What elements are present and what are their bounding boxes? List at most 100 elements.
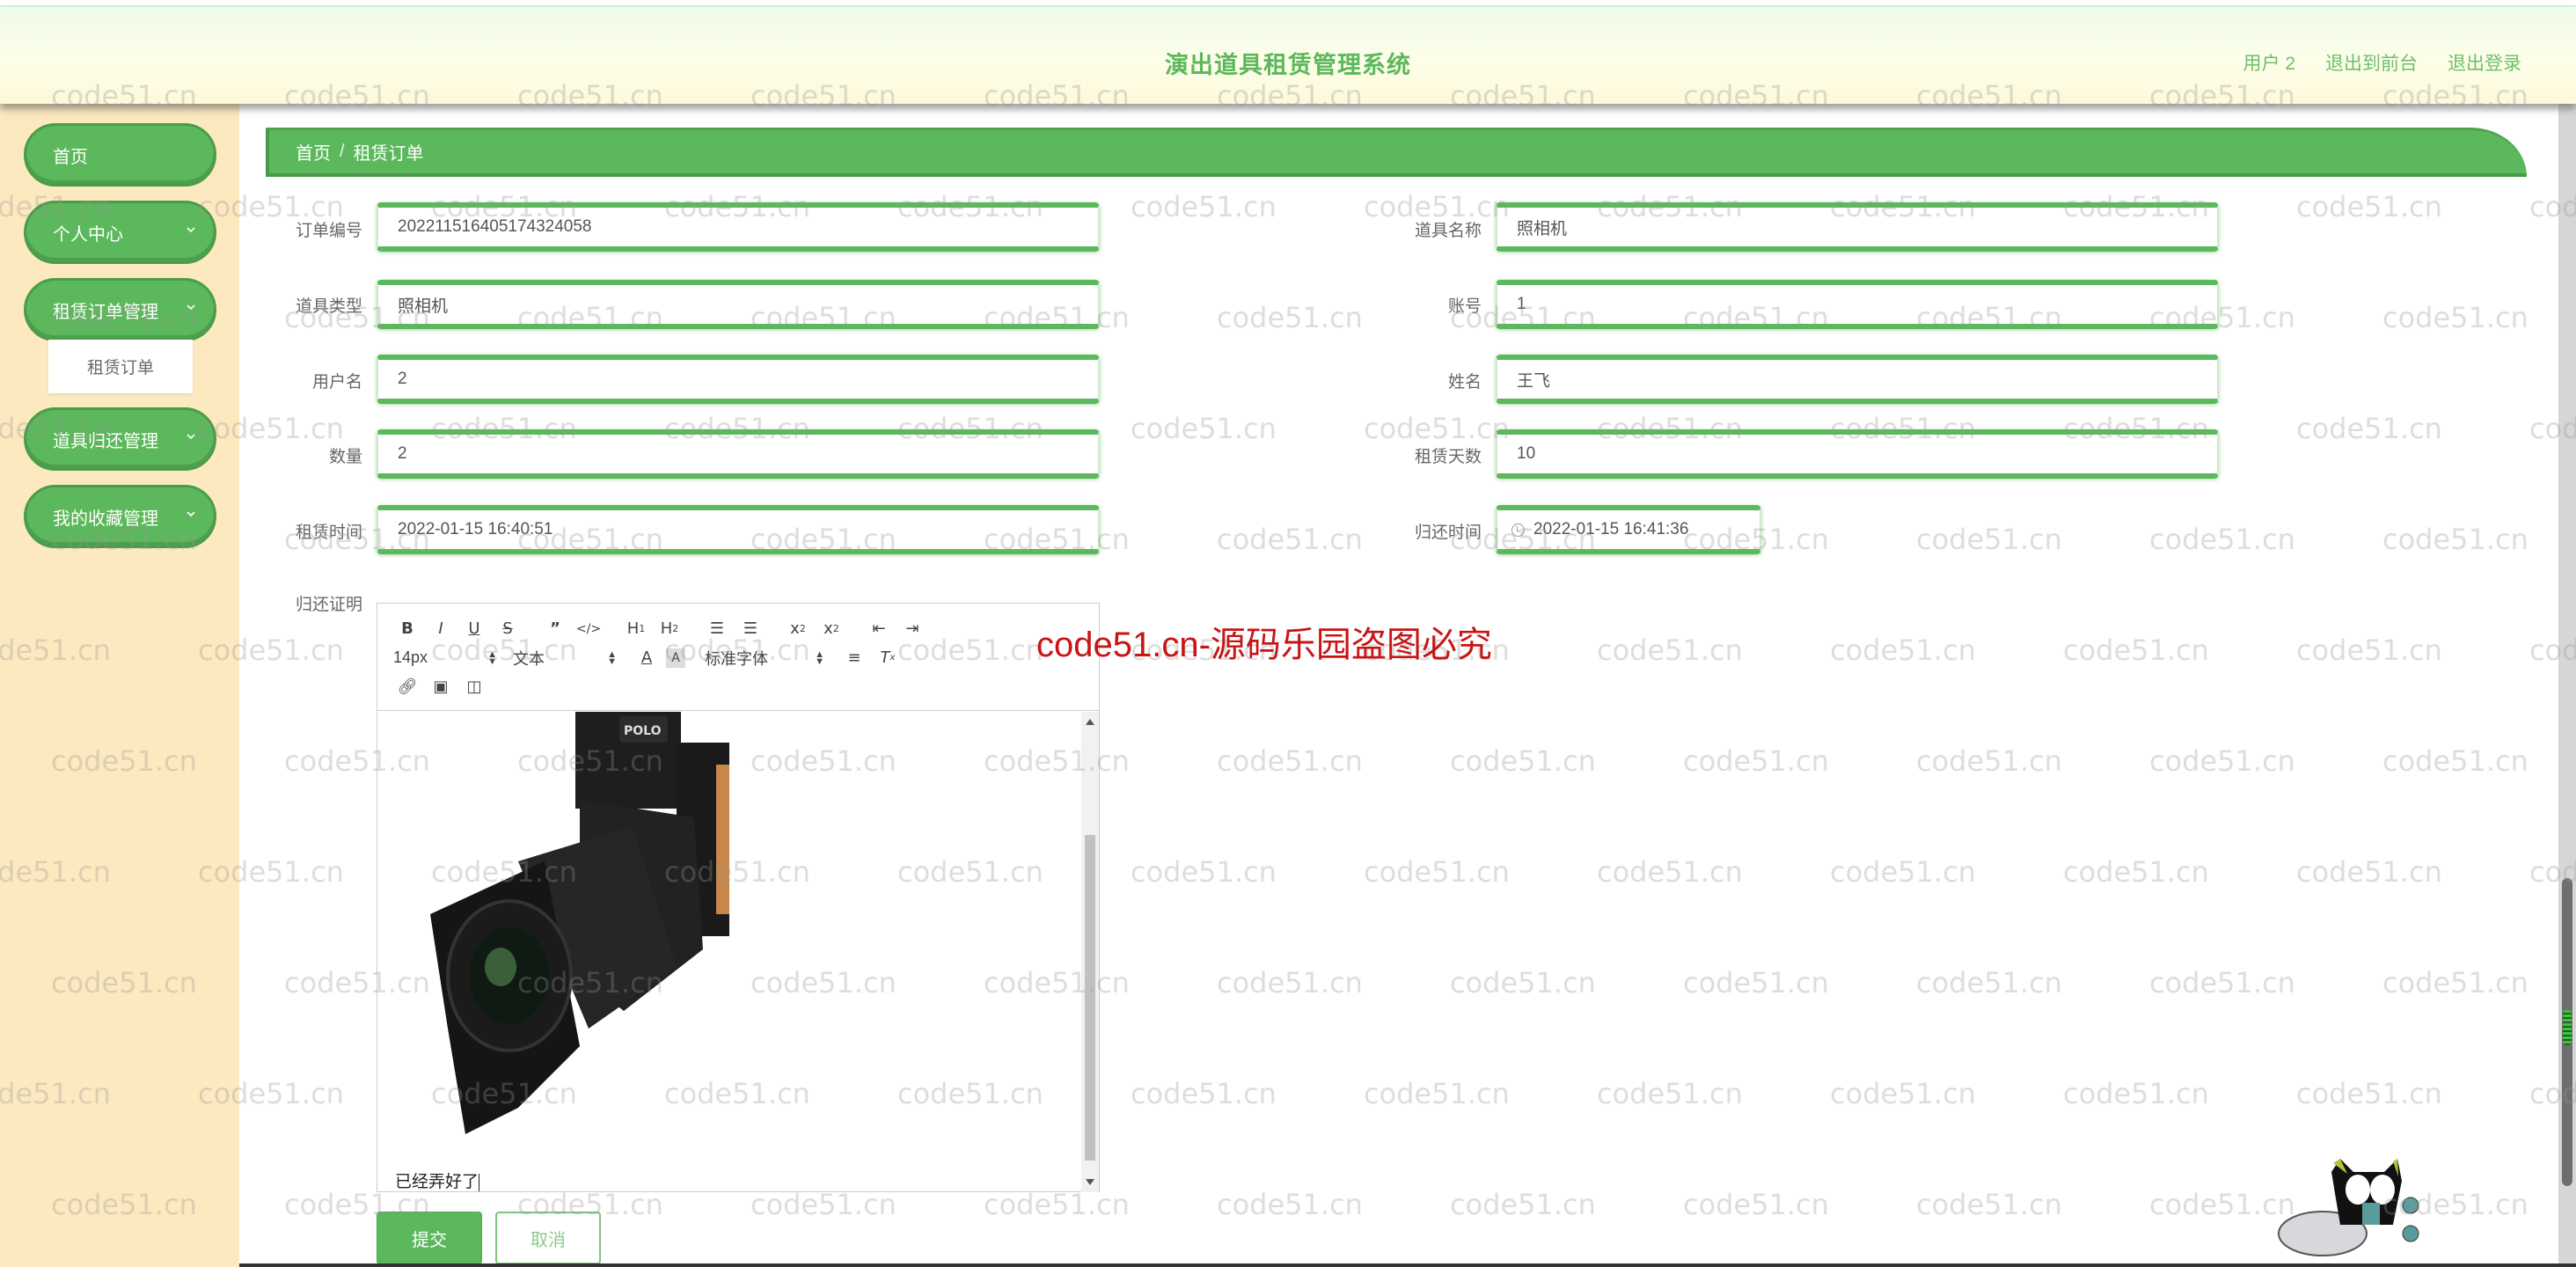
watermark-text: code51.cn [2382,966,2528,1000]
real-name-label: 姓名 [1447,373,1482,392]
watermark-text: code51.cn [1364,1077,1510,1110]
header1-button[interactable]: H1 [622,617,650,641]
watermark-text: code51.cn [1830,855,1976,889]
chevron-down-icon [187,227,195,233]
order-no-value: 20221151640517432405​8 [398,217,592,236]
quantity-value: 2 [398,444,407,463]
prop-type-value: 照相机 [398,297,449,316]
page: 演出道具租赁管理系统 用户 2 退出到前台 退出登录 首页 个人中心 租赁订单管… [0,0,2576,1267]
italic-button[interactable]: I [427,617,455,641]
account-label: 账号 [1447,297,1482,316]
watermark-text: code51.cn [750,1188,896,1221]
sidebar-item-label: 我的收藏管理 [53,509,158,529]
underline-button[interactable]: U [460,617,488,641]
watermark-text: code51.cn [2296,634,2442,667]
paragraph-select[interactable]: 文本 ▲ ▼ [513,647,617,670]
order-no-field[interactable]: 20221151640517432405​8 [377,202,1100,252]
back-to-front-link[interactable]: 退出到前台 [2325,49,2418,76]
camera-photo: POLO [430,712,729,1134]
watermark-text: code51.cn [1364,855,1510,889]
real-name-value: 王飞 [1517,371,1551,391]
current-user-label[interactable]: 用户 2 [2243,49,2295,76]
ordered-list-icon[interactable]: ☰ [703,617,731,641]
editor-content[interactable]: POLO 已经弄好了 [377,712,1083,1192]
chevron-down-icon [187,511,195,517]
bottom-edge [0,1263,2576,1267]
editor-scrollbar[interactable] [1081,712,1099,1192]
watermark-text: code51.cn [2382,744,2528,778]
real-name-field[interactable]: 王飞 [1496,355,2219,404]
logout-link[interactable]: 退出登录 [2448,49,2521,76]
watermark-text: code51.cn [2149,523,2295,556]
rent-days-value: 10 [1517,444,1536,463]
sidebar-item-label: 首页 [53,147,88,167]
chevron-down-icon [187,434,195,440]
watermark-text: code51.cn [2296,190,2442,223]
account-field[interactable]: 1 [1496,280,2219,329]
watermark-text: code51.cn [1450,966,1596,1000]
outdent-icon[interactable]: ⇤ [865,617,893,641]
code-block-icon[interactable]: </> [574,617,603,641]
svg-text:POLO: POLO [624,724,662,738]
mascot-icon [2278,1159,2419,1256]
breadcrumb-home[interactable]: 首页 [296,139,331,165]
font-family-select[interactable]: 标准字体 ▲ ▼ [705,647,824,670]
align-icon[interactable]: ≡ [840,646,868,670]
sidebar-item-rental-order-mgmt[interactable]: 租赁订单管理 [24,278,216,341]
watermark-text: code51.cn [1830,634,1976,667]
watermark-text: code51.cn [1683,744,1829,778]
prop-type-field[interactable]: 照相机 [377,280,1100,329]
background-color-icon[interactable]: A [666,648,685,668]
rent-time-value: 2022-01-15 16:40:51 [398,520,553,538]
clear-format-icon[interactable]: Tx [874,646,902,670]
font-size-select[interactable]: 14px ▲ ▼ [393,648,497,667]
image-icon[interactable]: ▣ [427,675,455,699]
watermark-text: code51.cn [1131,190,1277,223]
prop-name-field[interactable]: 照相机 [1496,202,2219,252]
sidebar-item-return-mgmt[interactable]: 道具归还管理 [24,407,216,471]
watermark-text: code51.cn [2063,855,2209,889]
page-scrollbar[interactable] [2558,104,2576,1267]
superscript-button[interactable]: x2 [817,617,845,641]
video-icon[interactable]: ◫ [460,675,488,699]
account-value: 1 [1517,295,1526,313]
submit-button[interactable]: 提交 [377,1212,482,1264]
header2-button[interactable]: H2 [655,617,684,641]
breadcrumb-separator: / [340,142,345,161]
select-arrows-icon: ▲ ▼ [815,648,824,667]
editor-toolbar: B I U S ” </> H1 H2 ☰ ☰ x2 x2 ⇤ ⇥ 14px ▲… [377,604,1099,711]
return-time-label: 归还时间 [1414,524,1482,542]
return-time-picker[interactable]: 2022-01-15 16:41:36 [1496,505,1761,554]
indent-icon[interactable]: ⇥ [898,617,926,641]
watermark-text: code51.cn [1916,1188,2062,1221]
subscript-button[interactable]: x2 [784,617,812,641]
scroll-down-icon[interactable] [1086,1179,1094,1185]
watermark-text: code51.cn [1364,412,1510,445]
watermark-text: code51.cn [1597,634,1743,667]
link-icon[interactable]: 🔗︎ [393,675,421,699]
watermark-text: code51.cn [984,1188,1130,1221]
cancel-button[interactable]: 取消 [495,1212,601,1264]
editor-scrollbar-thumb[interactable] [1085,835,1095,1161]
select-arrows-icon: ▲ ▼ [607,648,617,667]
watermark-text: code51.cn [2382,301,2528,334]
sidebar-subitem-rental-order[interactable]: 租赁订单 [48,340,193,393]
watermark-text: code51.cn [1916,744,2062,778]
quantity-field[interactable]: 2 [377,429,1100,479]
watermark-text: code51.cn [1683,1188,1829,1221]
bullet-list-icon[interactable]: ☰ [736,617,765,641]
top-header: 演出道具租赁管理系统 用户 2 退出到前台 退出登录 [0,5,2576,104]
bold-button[interactable]: B [393,617,421,641]
strike-button[interactable]: S [494,617,522,641]
sidebar-item-home[interactable]: 首页 [24,123,216,187]
sidebar-item-personal-center[interactable]: 个人中心 [24,201,216,264]
username-field[interactable]: 2 [377,355,1100,404]
rent-days-field[interactable]: 10 [1496,429,2219,479]
scroll-up-icon[interactable] [1086,719,1094,725]
sidebar-item-label: 租赁订单管理 [53,302,158,322]
font-color-icon[interactable]: A [633,646,661,670]
rent-time-field[interactable]: 2022-01-15 16:40:51 [377,505,1100,554]
blockquote-icon[interactable]: ” [541,617,569,641]
sidebar-item-favorites-mgmt[interactable]: 我的收藏管理 [24,485,216,548]
watermark-text: code51.cn [1916,966,2062,1000]
